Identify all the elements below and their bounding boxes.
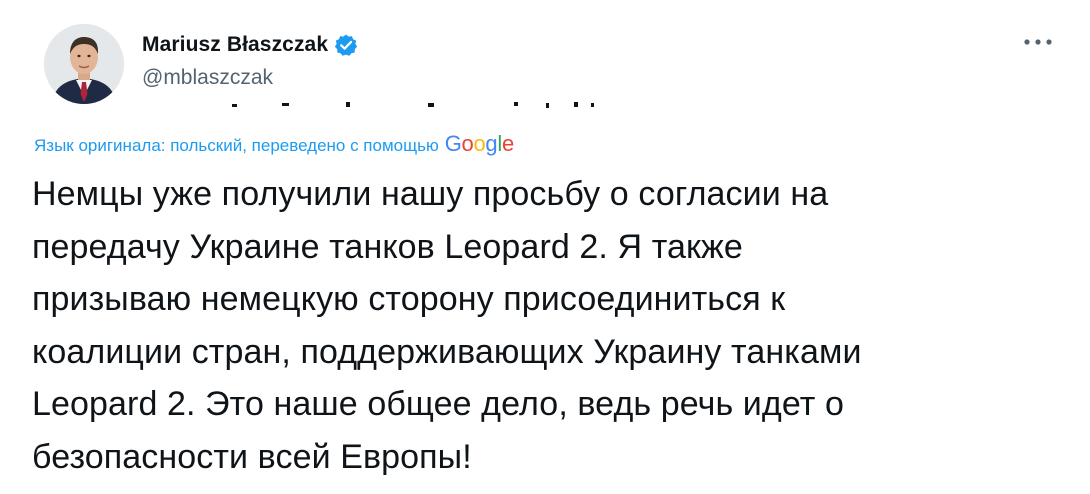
translation-label[interactable]: Язык оригинала: польский, переведено с п…: [34, 136, 439, 156]
google-letter: e: [501, 131, 514, 156]
tweet-text-line: безопасности всей Европы!: [32, 437, 472, 476]
tweet-text: Немцы уже получили нашу просьбу о соглас…: [32, 168, 1052, 483]
cropped-text-remnant: [232, 102, 594, 108]
avatar[interactable]: [44, 24, 124, 104]
more-dots-icon: [1024, 39, 1052, 45]
author-handle[interactable]: @mblaszczak: [142, 66, 273, 90]
google-letter: G: [444, 131, 462, 156]
google-letter: o: [461, 131, 474, 156]
tweet-text-line: передачу Украине танков Leopard 2. Я так…: [32, 227, 743, 266]
verified-badge-icon: [334, 33, 358, 57]
avatar-photo: [44, 24, 124, 104]
author-display-name[interactable]: Mariusz Błaszczak: [142, 33, 328, 57]
tweet-text-line: Leopard 2. Это наше общее дело, ведь реч…: [32, 385, 844, 423]
more-options-button[interactable]: [1020, 30, 1056, 54]
author-name-row[interactable]: Mariusz Błaszczak: [142, 33, 358, 57]
google-letter: g: [485, 131, 498, 156]
tweet-text-line: коалиции стран, поддерживающих Украину т…: [32, 332, 862, 371]
tweet-text-line: призываю немецкую сторону присоединиться…: [32, 280, 786, 318]
google-logo: Google: [445, 131, 514, 157]
tweet-text-line: Немцы уже получили нашу просьбу о соглас…: [32, 175, 829, 213]
google-letter: o: [473, 131, 486, 156]
translation-notice[interactable]: Язык оригинала: польский, переведено с п…: [34, 131, 514, 157]
